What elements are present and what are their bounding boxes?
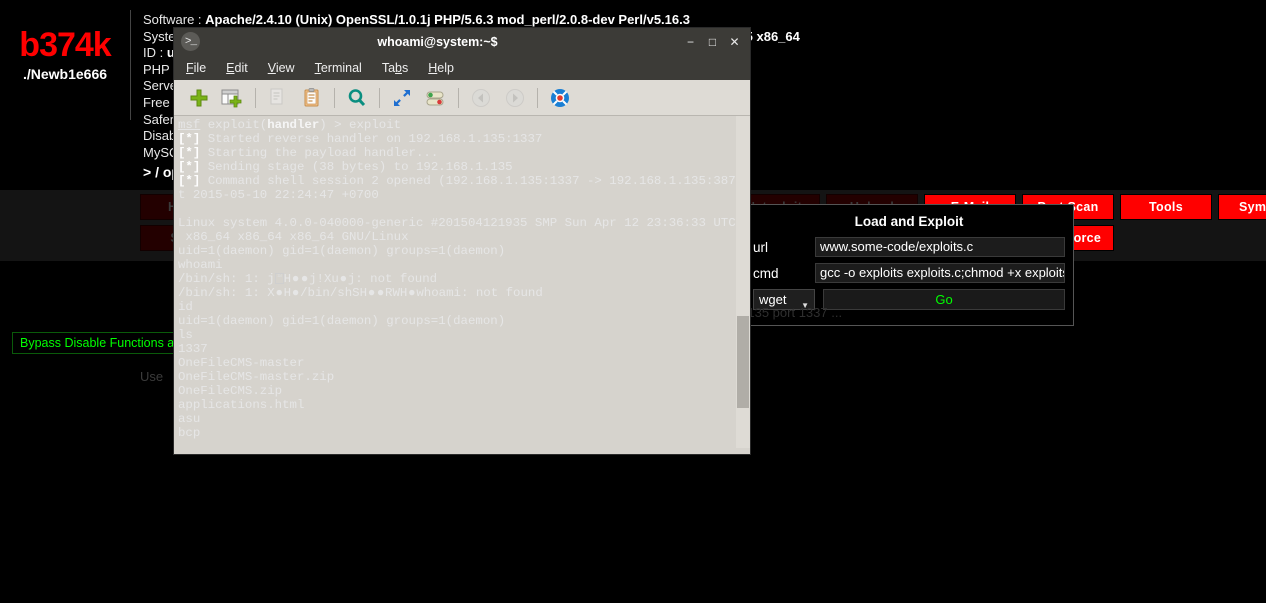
new-window-icon[interactable] [216, 83, 250, 113]
forward-arrow-icon [498, 83, 532, 113]
menu-view[interactable]: View [268, 61, 295, 75]
toolbar-divider [379, 87, 380, 108]
new-tab-icon[interactable] [182, 83, 216, 113]
url-label: url [753, 239, 769, 255]
bypass-disable-functions-button[interactable]: Bypass Disable Functions and Safemode [12, 332, 179, 354]
toggle-switches-icon[interactable] [419, 83, 453, 113]
menu-edit[interactable]: Edit [226, 61, 248, 75]
url-input[interactable]: www.some-code/exploits.c [815, 237, 1065, 257]
window-controls: − □ ✕ [685, 36, 744, 48]
load-exploit-cmd-row: cmd gcc -o exploits exploits.c;chmod +x … [753, 263, 1065, 283]
terminal-scrollbar[interactable] [736, 116, 750, 448]
copy-icon [261, 83, 295, 113]
menu-view-label: iew [275, 60, 295, 75]
logo-subtitle: ./Newb1e666 [22, 66, 108, 82]
nav-button-tools[interactable]: Tools [1120, 193, 1212, 220]
menu-file-label: ile [193, 60, 207, 75]
menu-help[interactable]: Help [428, 61, 454, 75]
close-icon[interactable]: ✕ [729, 36, 740, 48]
menu-tabs[interactable]: Tabs [382, 61, 408, 75]
terminal-window[interactable]: >_ whoami@system:~$ − □ ✕ File Edit View… [174, 28, 750, 454]
menu-tabs-label: s [402, 60, 409, 75]
terminal-toolbar [174, 80, 750, 116]
sysinfo-label: Software : [143, 12, 206, 27]
terminal-window-title: whoami@system:~$ [377, 34, 498, 49]
menu-file[interactable]: File [186, 61, 206, 75]
terminal-window-bottom-edge [174, 448, 750, 454]
toolbar-divider [458, 87, 459, 108]
menu-edit-label: dit [234, 60, 248, 75]
toolbar-divider [537, 87, 538, 108]
terminal-titlebar[interactable]: >_ whoami@system:~$ − □ ✕ [174, 28, 750, 55]
toolbar-divider [334, 87, 335, 108]
menu-help-label: elp [437, 60, 454, 75]
go-button[interactable]: Go [823, 289, 1065, 310]
nav-button-symlink[interactable]: Symlink [1218, 193, 1266, 220]
logo: b374k ./Newb1e666 [0, 6, 130, 82]
terminal-menubar: File Edit View Terminal Tabs Help [174, 55, 750, 80]
cmd-label: cmd [753, 265, 779, 281]
paste-icon[interactable] [295, 83, 329, 113]
maximize-icon[interactable]: □ [707, 36, 718, 48]
menu-terminal[interactable]: Terminal [315, 61, 362, 75]
minimize-icon[interactable]: − [685, 36, 696, 48]
search-icon[interactable] [340, 83, 374, 113]
fullscreen-icon[interactable] [385, 83, 419, 113]
terminal-scrollbar-thumb[interactable] [737, 316, 749, 408]
sysinfo-label: ID : [143, 45, 167, 61]
load-exploit-url-row: url www.some-code/exploits.c [753, 237, 1065, 257]
sysinfo-value: Apache/2.4.10 (Unix) OpenSSL/1.0.1j PHP/… [205, 12, 690, 27]
help-lifebuoy-icon[interactable] [543, 83, 577, 113]
logo-title: b374k [19, 26, 111, 64]
toolbar-divider [255, 87, 256, 108]
sysinfo-row-software: Software : Apache/2.4.10 (Unix) OpenSSL/… [143, 12, 800, 29]
back-arrow-icon [464, 83, 498, 113]
terminal-output[interactable]: msf exploit(handler) > exploit [*] Start… [174, 116, 736, 448]
terminal-body[interactable]: msf exploit(handler) > exploit [*] Start… [174, 116, 750, 448]
cmd-input[interactable]: gcc -o exploits exploits.c;chmod +x expl… [815, 263, 1065, 283]
menu-terminal-label: erminal [320, 60, 362, 75]
panel-title: Load and Exploit [854, 214, 964, 229]
